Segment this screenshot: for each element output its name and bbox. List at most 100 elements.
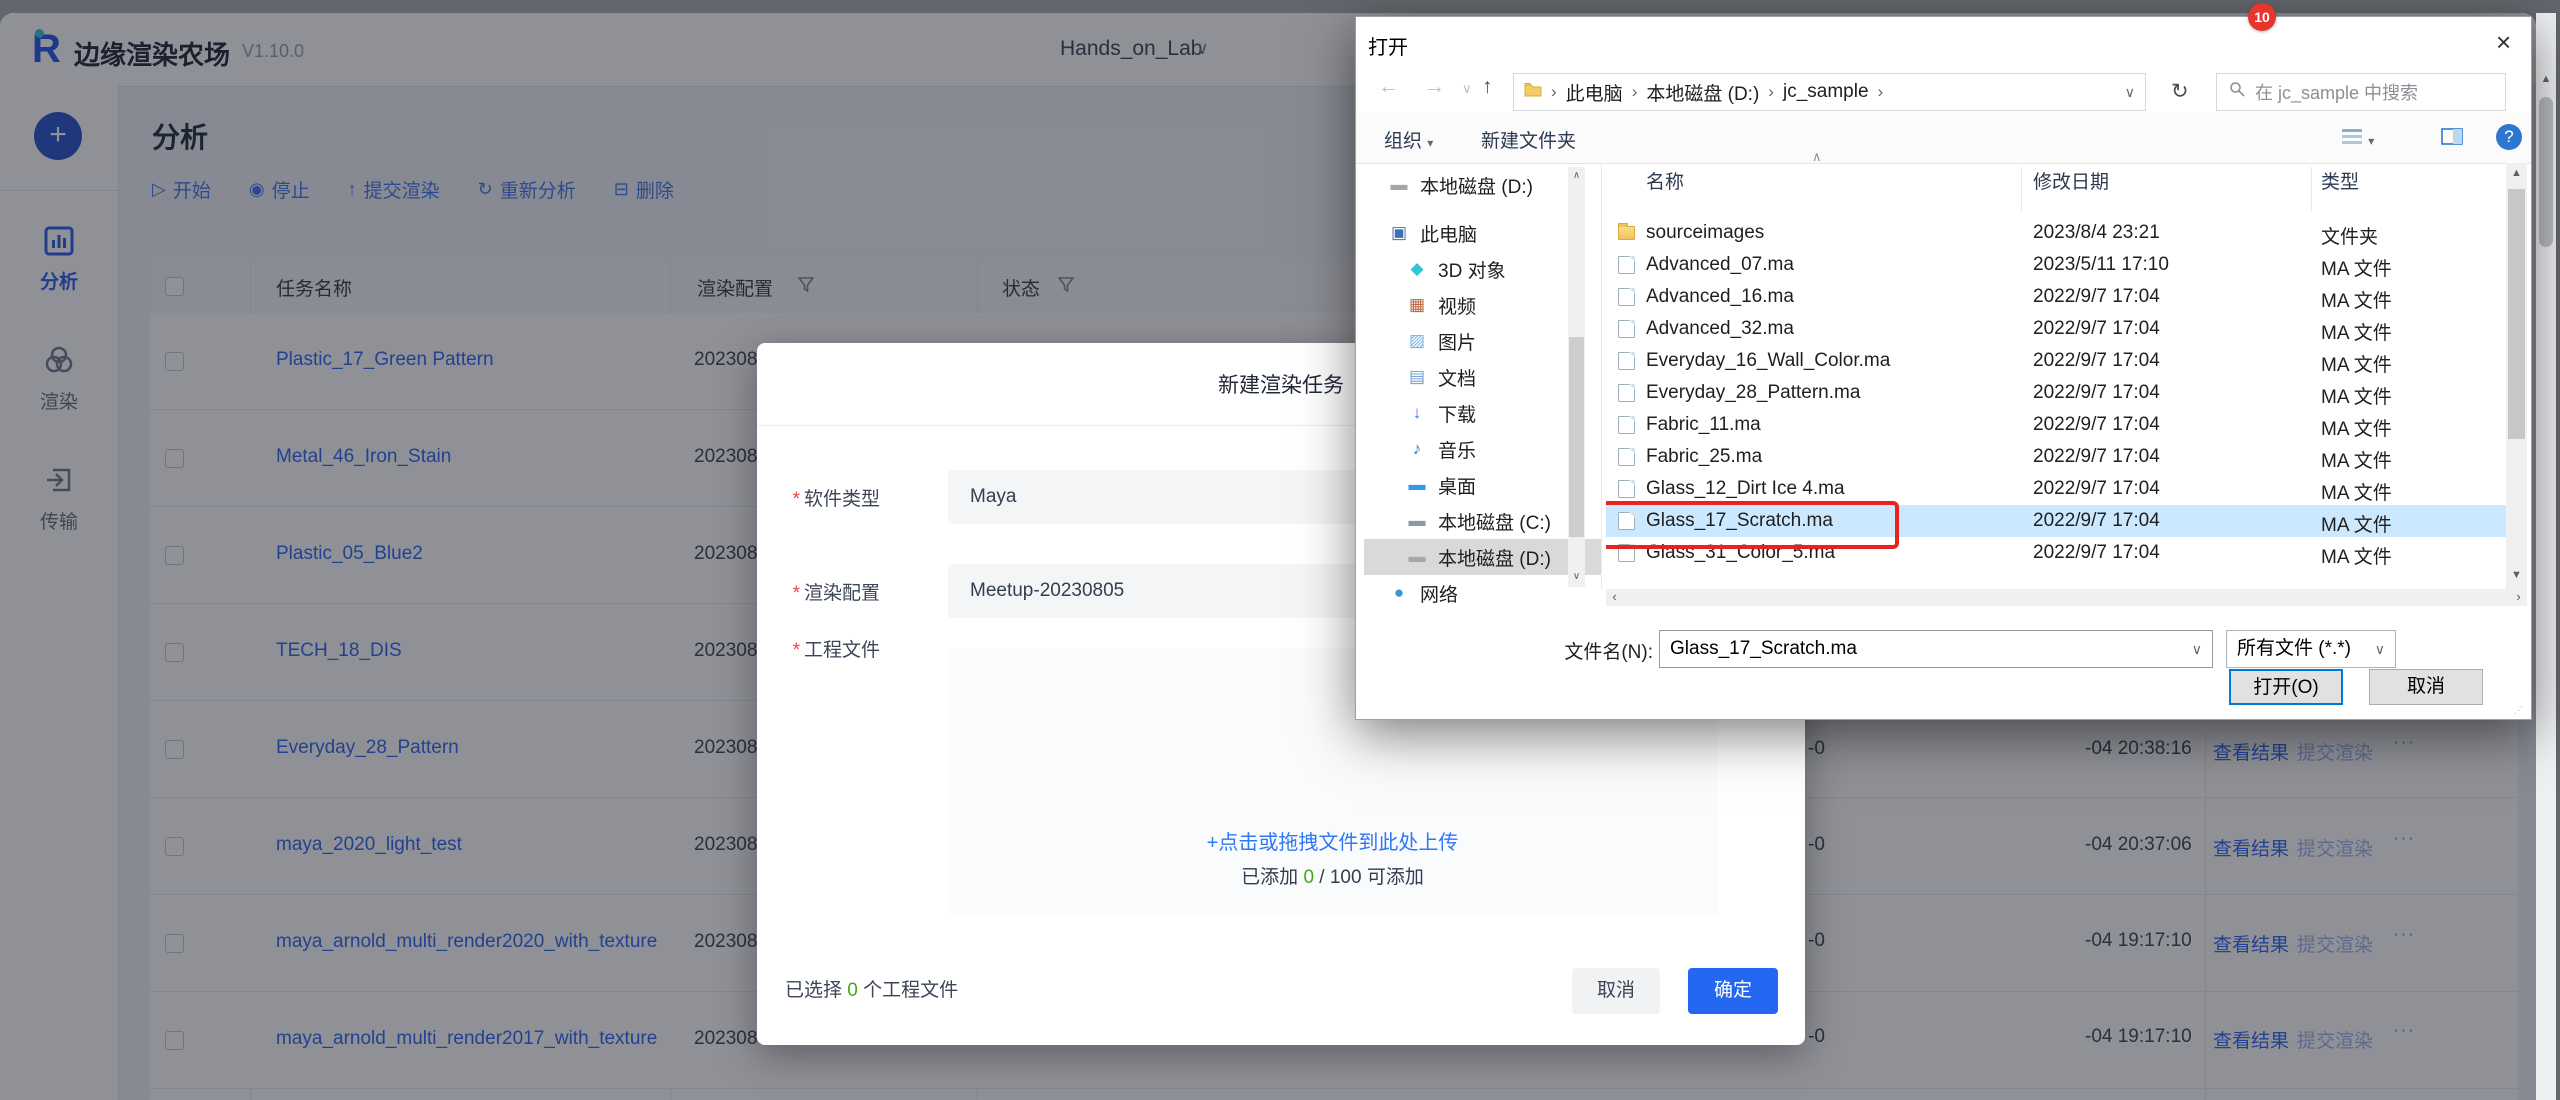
tree-item-icon: ▬ [1406, 511, 1428, 531]
address-dropdown-chevron[interactable]: ∨ [2125, 84, 2135, 101]
scroll-up-arrow[interactable]: ▲ [2536, 73, 2556, 85]
search-box[interactable]: 在 jc_sample 中搜索 [2216, 73, 2506, 111]
column-header-type[interactable]: 类型 [2321, 167, 2359, 194]
file-date: 2022/9/7 17:04 [2033, 446, 2160, 468]
upload-cta[interactable]: +点击或拖拽文件到此处上传 [948, 826, 1717, 855]
scrollbar-thumb[interactable] [2539, 97, 2553, 247]
tree-scrollbar[interactable]: ∧ ∨ [1568, 167, 1585, 587]
dialog-cancel-button[interactable]: 取消 [2369, 669, 2483, 705]
tree-item-label: 本地磁盘 (C:) [1438, 508, 1551, 535]
project-file-label: *工程文件 [720, 635, 880, 662]
file-row[interactable]: Advanced_32.ma 2022/9/7 17:04 MA 文件 [1606, 313, 2506, 345]
scroll-up-arrow[interactable]: ▲ [2506, 167, 2527, 179]
tree-item[interactable]: ▦ 视频 [1364, 287, 1601, 323]
file-name: Advanced_16.ma [1646, 286, 1794, 308]
modal-cancel-button[interactable]: 取消 [1572, 968, 1660, 1014]
tree-item-label: 视频 [1438, 292, 1476, 319]
scroll-up-arrow[interactable]: ∧ [1568, 170, 1585, 181]
breadcrumb-separator: › [1551, 82, 1557, 102]
tree-item-label: 桌面 [1438, 472, 1476, 499]
file-icon [1618, 288, 1635, 306]
chevron-down-icon[interactable]: ∨ [2192, 631, 2202, 667]
filename-combobox[interactable]: Glass_17_Scratch.ma ∨ [1659, 630, 2213, 668]
tree-item-icon: ● [1388, 583, 1410, 603]
file-type: MA 文件 [2321, 254, 2392, 281]
screen: R 边缘渲染农场 V1.10.0 Hands_on_Lab ∨ + 分析 渲染 [0, 0, 2560, 1100]
preview-pane-button[interactable] [2441, 128, 2463, 151]
new-folder-button[interactable]: 新建文件夹 [1481, 126, 1576, 153]
tree-item[interactable]: ♪ 音乐 [1364, 431, 1601, 467]
file-row[interactable]: Advanced_16.ma 2022/9/7 17:04 MA 文件 [1606, 281, 2506, 313]
notification-badge[interactable]: 10 [2248, 3, 2276, 31]
selected-count: 0 [847, 980, 858, 1001]
tree-item[interactable]: ● 网络 [1364, 575, 1601, 607]
address-bar[interactable]: › 此电脑 › 本地磁盘 (D:) › jc_sample › ∨ [1513, 73, 2146, 111]
breadcrumb-drive-d[interactable]: 本地磁盘 (D:) [1646, 79, 1759, 106]
filetype-combobox[interactable]: 所有文件 (*.*) ∨ [2226, 630, 2396, 668]
refresh-icon[interactable]: ↻ [2171, 79, 2189, 104]
up-button[interactable]: ↑ [1482, 75, 1493, 99]
tree-item-label: 3D 对象 [1438, 256, 1506, 283]
tree-item-label: 网络 [1420, 580, 1458, 607]
scroll-down-arrow[interactable]: ▼ [2506, 569, 2527, 581]
horizontal-scrollbar[interactable]: ‹ › [1606, 589, 2527, 606]
tree-item-icon: ▬ [1406, 547, 1428, 567]
list-scrollbar[interactable]: ▲ ▼ [2506, 163, 2527, 589]
modal-ok-button[interactable]: 确定 [1688, 968, 1778, 1014]
tree-item[interactable]: ◆ 3D 对象 [1364, 251, 1601, 287]
tree-item[interactable]: ▤ 文档 [1364, 359, 1601, 395]
file-row[interactable]: Advanced_07.ma 2023/5/11 17:10 MA 文件 [1606, 249, 2506, 281]
tree-item[interactable]: ▨ 图片 [1364, 323, 1601, 359]
file-icon [1618, 480, 1635, 498]
file-row[interactable]: Fabric_11.ma 2022/9/7 17:04 MA 文件 [1606, 409, 2506, 441]
resize-grip[interactable]: ⋰ [2514, 705, 2524, 715]
page-scrollbar[interactable]: ▲ [2536, 13, 2556, 1100]
scrollbar-thumb[interactable] [2508, 189, 2525, 439]
scroll-left-arrow[interactable]: ‹ [1606, 589, 1623, 606]
caret-down-icon: ▾ [1427, 136, 1433, 150]
chevron-down-icon[interactable]: ∨ [2375, 631, 2385, 667]
help-icon[interactable]: ? [2496, 124, 2522, 150]
file-row[interactable]: Glass_17_Scratch.ma 2022/9/7 17:04 MA 文件 [1606, 505, 2506, 537]
file-list: sourceimages 2023/8/4 23:21 文件夹 Advanced… [1606, 217, 2506, 589]
tree-item-label: 此电脑 [1420, 220, 1477, 247]
file-type: MA 文件 [2321, 478, 2392, 505]
scrollbar-thumb[interactable] [1569, 337, 1584, 537]
tree-item[interactable]: ▬ 本地磁盘 (C:) [1364, 503, 1601, 539]
required-mark: * [793, 640, 800, 661]
view-mode-button[interactable]: ▾ [2341, 128, 2374, 151]
file-row[interactable]: Fabric_25.ma 2022/9/7 17:04 MA 文件 [1606, 441, 2506, 473]
tree-item[interactable]: ▣ 此电脑 [1364, 215, 1601, 251]
tree-item-icon: ↓ [1406, 403, 1428, 423]
file-type: MA 文件 [2321, 350, 2392, 377]
scroll-right-arrow[interactable]: › [2510, 589, 2527, 606]
tree-item-icon: ▣ [1388, 223, 1410, 243]
scroll-down-arrow[interactable]: ∨ [1568, 571, 1585, 582]
column-header-date[interactable]: 修改日期 [2033, 167, 2109, 194]
file-row[interactable]: sourceimages 2023/8/4 23:21 文件夹 [1606, 217, 2506, 249]
breadcrumb-jc-sample[interactable]: jc_sample [1783, 81, 1869, 103]
tree-item-icon: ♪ [1406, 439, 1428, 459]
recent-locations-chevron[interactable]: ∨ [1462, 81, 1472, 97]
tree-item[interactable]: ▬ 本地磁盘 (D:) [1364, 167, 1601, 203]
back-button[interactable]: ← [1378, 75, 1399, 99]
tree-item[interactable]: ▬ 桌面 [1364, 467, 1601, 503]
file-row[interactable]: Everyday_28_Pattern.ma 2022/9/7 17:04 MA… [1606, 377, 2506, 409]
close-icon[interactable]: × [2496, 27, 2511, 58]
filename-label: 文件名(N): [1506, 637, 1653, 664]
folder-tree: ▬ 本地磁盘 (D:) ▣ 此电脑 ◆ 3D 对象 ▦ 视频 ▨ 图片 ▤ 文档 [1364, 167, 1601, 607]
tree-item-label: 文档 [1438, 364, 1476, 391]
forward-button[interactable]: → [1424, 75, 1445, 99]
tree-item[interactable]: ↓ 下载 [1364, 395, 1601, 431]
column-header-name[interactable]: 名称 [1646, 167, 1684, 194]
breadcrumb-separator: › [1768, 82, 1774, 102]
file-date: 2022/9/7 17:04 [2033, 510, 2160, 532]
tree-item-label: 音乐 [1438, 436, 1476, 463]
breadcrumb-this-pc[interactable]: 此电脑 [1566, 79, 1623, 106]
file-icon [1618, 256, 1635, 274]
file-row[interactable]: Everyday_16_Wall_Color.ma 2022/9/7 17:04… [1606, 345, 2506, 377]
file-date: 2022/9/7 17:04 [2033, 350, 2160, 372]
open-button[interactable]: 打开(O) [2229, 669, 2343, 705]
tree-item[interactable]: ▬ 本地磁盘 (D:) [1364, 539, 1601, 575]
organize-button[interactable]: 组织 ▾ [1384, 126, 1433, 153]
